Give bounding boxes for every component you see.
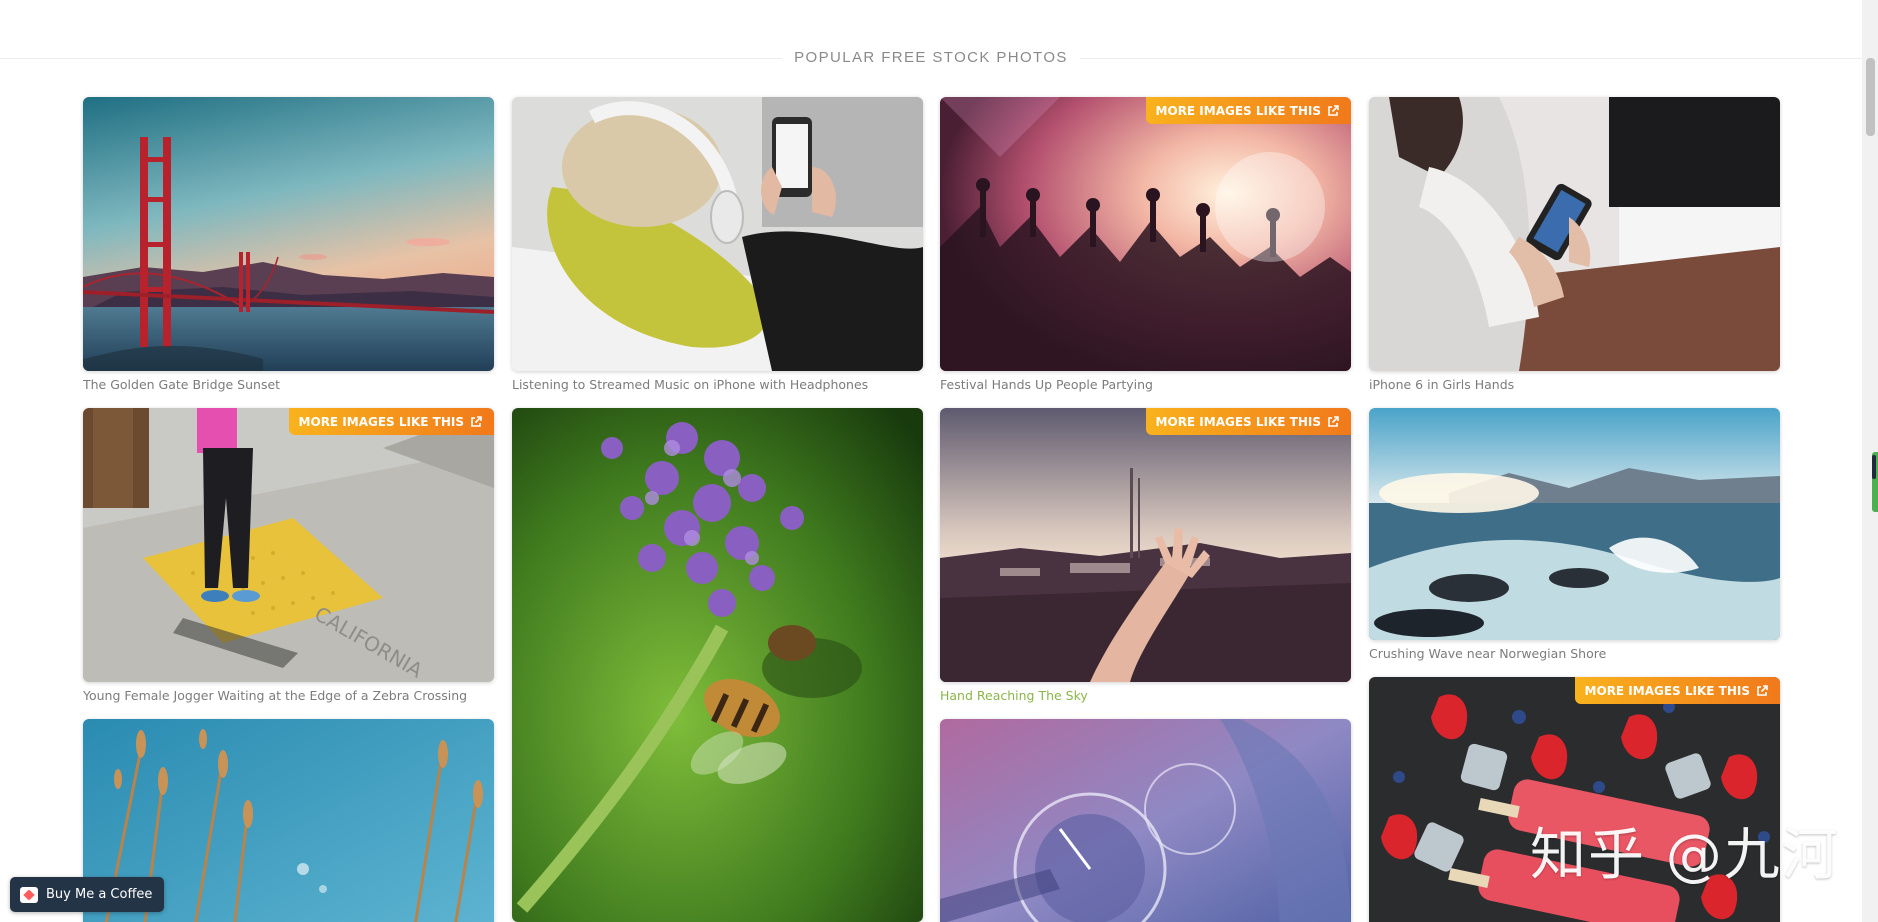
photo-card[interactable]: MORE IMAGES LIKE THIS Festival Hands Up … xyxy=(940,97,1351,393)
external-link-icon xyxy=(1328,104,1339,116)
photo-caption[interactable]: Young Female Jogger Waiting at the Edge … xyxy=(83,688,494,704)
side-tab-indicator xyxy=(1872,455,1876,479)
photo-headphones[interactable] xyxy=(512,97,923,371)
photo-card[interactable] xyxy=(512,408,923,922)
more-images-label: MORE IMAGES LIKE THIS xyxy=(1155,103,1321,118)
photo-caption[interactable]: Hand Reaching The Sky xyxy=(940,688,1351,704)
gallery-column-3: MORE IMAGES LIKE THIS Festival Hands Up … xyxy=(940,97,1351,922)
more-images-like-this-button[interactable]: MORE IMAGES LIKE THIS xyxy=(1574,677,1780,704)
gallery-column-4: iPhone 6 in Girls Hands Crushing Wave ne… xyxy=(1369,97,1780,922)
photo-dashboard[interactable] xyxy=(940,719,1351,922)
page: POPULAR FREE STOCK PHOTOS The Golden Gat… xyxy=(0,0,1878,922)
photo-caption[interactable]: Listening to Streamed Music on iPhone wi… xyxy=(512,377,923,393)
photo-caption[interactable]: iPhone 6 in Girls Hands xyxy=(1369,377,1780,393)
photo-card[interactable]: iPhone 6 in Girls Hands xyxy=(1369,97,1780,393)
more-images-label: MORE IMAGES LIKE THIS xyxy=(1584,683,1750,698)
more-images-like-this-button[interactable]: MORE IMAGES LIKE THIS xyxy=(1145,408,1351,435)
photo-caption[interactable]: The Golden Gate Bridge Sunset xyxy=(83,377,494,393)
photo-card[interactable] xyxy=(940,719,1351,922)
photo-hand-sky[interactable]: MORE IMAGES LIKE THIS xyxy=(940,408,1351,682)
photo-card[interactable]: CALIFORNIA MORE IMAGES LIKE THIS Young F… xyxy=(83,408,494,704)
buy-me-a-coffee-label: Buy Me a Coffee xyxy=(46,887,153,902)
photo-caption[interactable]: Crushing Wave near Norwegian Shore xyxy=(1369,646,1780,662)
external-link-icon xyxy=(471,415,482,427)
photo-bee-lavender[interactable] xyxy=(512,408,923,922)
section-title: POPULAR FREE STOCK PHOTOS xyxy=(0,49,1862,67)
coffee-cup-icon xyxy=(20,886,38,903)
photo-golden-gate[interactable] xyxy=(83,97,494,371)
gallery-column-1: The Golden Gate Bridge Sunset CALIFORNIA… xyxy=(83,97,494,922)
photo-card[interactable]: Crushing Wave near Norwegian Shore xyxy=(1369,408,1780,662)
gallery-column-2: Listening to Streamed Music on iPhone wi… xyxy=(512,97,923,922)
more-images-label: MORE IMAGES LIKE THIS xyxy=(298,414,464,429)
photo-card[interactable]: The Golden Gate Bridge Sunset xyxy=(83,97,494,393)
section-title-text: POPULAR FREE STOCK PHOTOS xyxy=(782,49,1080,66)
photo-festival[interactable]: MORE IMAGES LIKE THIS xyxy=(940,97,1351,371)
photo-card[interactable]: MORE IMAGES LIKE THIS Hand Reaching The … xyxy=(940,408,1351,704)
photo-card[interactable]: Listening to Streamed Music on iPhone wi… xyxy=(512,97,923,393)
external-link-icon xyxy=(1757,684,1768,696)
more-images-like-this-button[interactable]: MORE IMAGES LIKE THIS xyxy=(1145,97,1351,124)
external-link-icon xyxy=(1328,415,1339,427)
more-images-like-this-button[interactable]: MORE IMAGES LIKE THIS xyxy=(288,408,494,435)
photo-iphone-girl[interactable] xyxy=(1369,97,1780,371)
photo-wave[interactable] xyxy=(1369,408,1780,640)
watermark: 知乎 @九河 xyxy=(1530,823,1840,888)
scrollbar-thumb[interactable] xyxy=(1866,58,1875,136)
photo-caption[interactable]: Festival Hands Up People Partying xyxy=(940,377,1351,393)
buy-me-a-coffee-button[interactable]: Buy Me a Coffee xyxy=(10,877,165,912)
more-images-label: MORE IMAGES LIKE THIS xyxy=(1155,414,1321,429)
photo-jogger[interactable]: CALIFORNIA MORE IMAGES LIKE THIS xyxy=(83,408,494,682)
